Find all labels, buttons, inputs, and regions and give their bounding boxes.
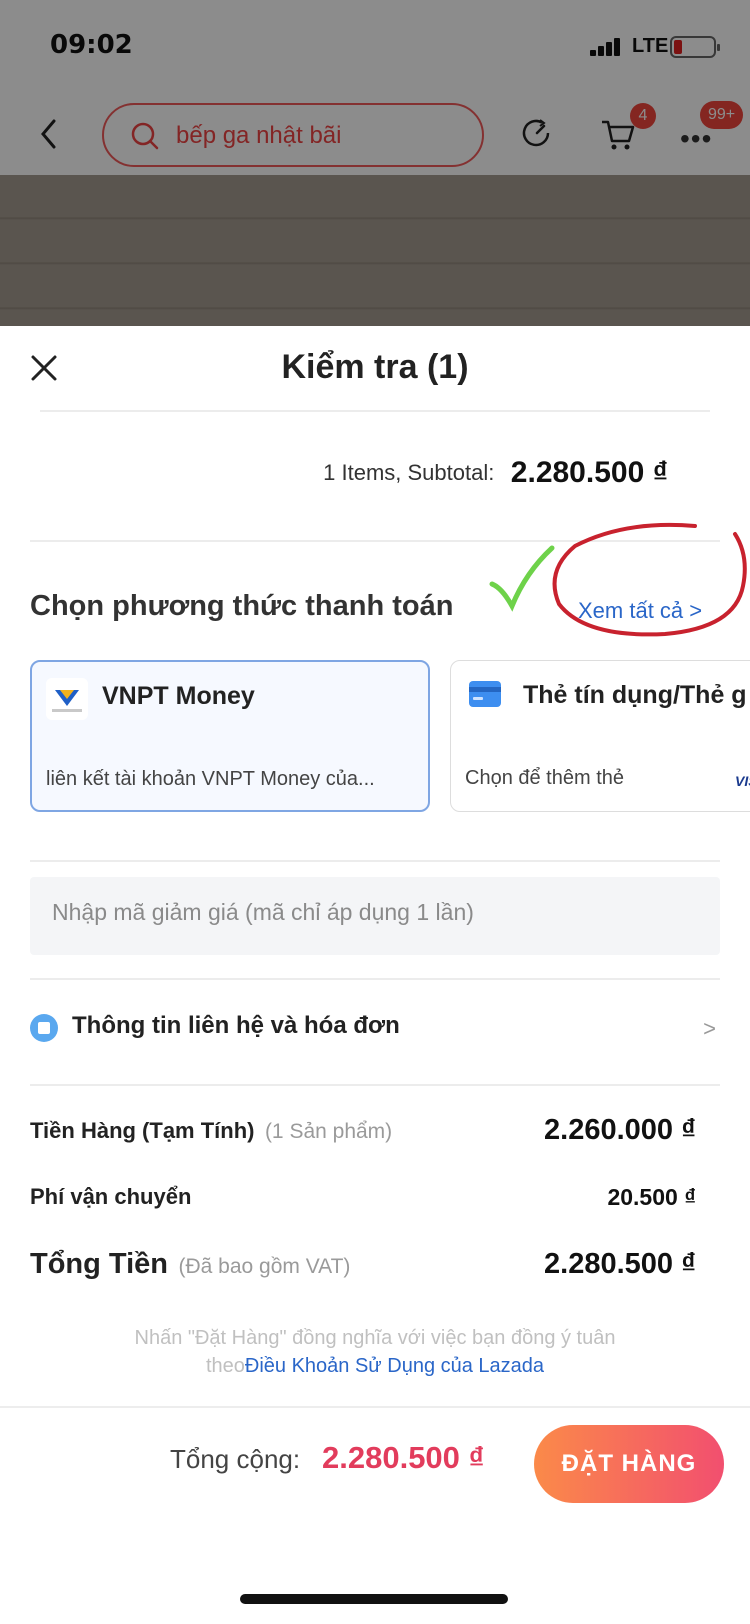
subtotal-label: 1 Items, Subtotal: <box>323 460 495 485</box>
home-indicator[interactable] <box>240 1594 508 1604</box>
terms-line: Nhấn "Đặt Hàng" đồng nghĩa với việc bạn … <box>134 1327 616 1349</box>
payment-option-desc: liên kết tài khoản VNPT Money của... <box>46 768 375 790</box>
terms-prefix: theo <box>205 1355 245 1377</box>
shipping-label: Phí vận chuyển <box>30 1184 192 1209</box>
place-order-button[interactable]: ĐẶT HÀNG <box>534 1425 724 1503</box>
visa-logo: VISA <box>735 773 750 789</box>
vnpt-money-logo <box>46 678 88 720</box>
total-label: Tổng Tiền <box>30 1248 169 1280</box>
grand-total-value: 2.280.500 ₫ <box>322 1440 485 1475</box>
overlay-backdrop[interactable] <box>0 0 750 330</box>
chevron-right-icon: > <box>703 1016 716 1041</box>
page-title: Kiểm tra (1) <box>281 348 469 386</box>
divider <box>40 410 710 412</box>
terms-notice: Nhấn "Đặt Hàng" đồng nghĩa với việc bạn … <box>0 1324 750 1380</box>
red-circle-annotation <box>552 522 747 637</box>
divider <box>30 1084 720 1086</box>
checkout-sheet: Kiểm tra (1) 1 Items, Subtotal: 2.280.50… <box>0 326 750 1624</box>
payment-option-name: VNPT Money <box>102 682 255 710</box>
contact-invoice-row[interactable]: Thông tin liên hệ và hóa đơn > <box>30 1006 720 1054</box>
subtotal-row: 1 Items, Subtotal: 2.280.500 ₫ <box>0 456 668 490</box>
info-icon <box>30 1014 58 1042</box>
promo-code-input[interactable] <box>52 899 692 926</box>
shipping-value: 20.500 ₫ <box>607 1184 696 1210</box>
divider <box>30 860 720 862</box>
terms-link[interactable]: Điều Khoản Sử Dụng của Lazada <box>245 1355 544 1377</box>
payment-section-title: Chọn phương thức thanh toán <box>30 590 454 622</box>
goods-note: (1 Sản phẩm) <box>264 1120 393 1143</box>
grand-total-label: Tổng cộng: <box>170 1444 301 1474</box>
credit-card-icon <box>469 681 501 707</box>
total-row: Tổng Tiền (Đã bao gồm VAT) 2.280.500 ₫ <box>30 1248 696 1281</box>
total-value: 2.280.500 ₫ <box>544 1248 696 1280</box>
payment-option-vnpt-money[interactable]: VNPT Money liên kết tài khoản VNPT Money… <box>30 660 430 812</box>
payment-option-desc: Chọn để thêm thẻ <box>465 767 624 789</box>
total-note: (Đã bao gồm VAT) <box>178 1255 351 1278</box>
payment-option-credit-card[interactable]: Thẻ tín dụng/Thẻ g Chọn để thêm thẻ VISA <box>450 660 750 812</box>
contact-invoice-label: Thông tin liên hệ và hóa đơn <box>72 1012 400 1039</box>
see-all-link[interactable]: Xem tất cả > <box>578 598 702 624</box>
goods-value: 2.260.000 ₫ <box>544 1114 696 1146</box>
payment-option-name: Thẻ tín dụng/Thẻ g <box>523 681 747 709</box>
subtotal-value: 2.280.500 ₫ <box>510 456 668 489</box>
checkout-footer: Tổng cộng: 2.280.500 ₫ ĐẶT HÀNG <box>0 1406 750 1526</box>
promo-code-box <box>30 877 720 955</box>
goods-subtotal-row: Tiền Hàng (Tạm Tính) (1 Sản phẩm) 2.260.… <box>30 1114 696 1146</box>
divider <box>30 978 720 980</box>
goods-label: Tiền Hàng (Tạm Tính) <box>30 1118 255 1143</box>
sheet-header: Kiểm tra (1) <box>0 326 750 416</box>
shipping-fee-row: Phí vận chuyển 20.500 ₫ <box>30 1184 696 1210</box>
background-app: 09:02 LTE bếp ga nhật bãi 4 ••• 99+ <box>0 0 750 330</box>
